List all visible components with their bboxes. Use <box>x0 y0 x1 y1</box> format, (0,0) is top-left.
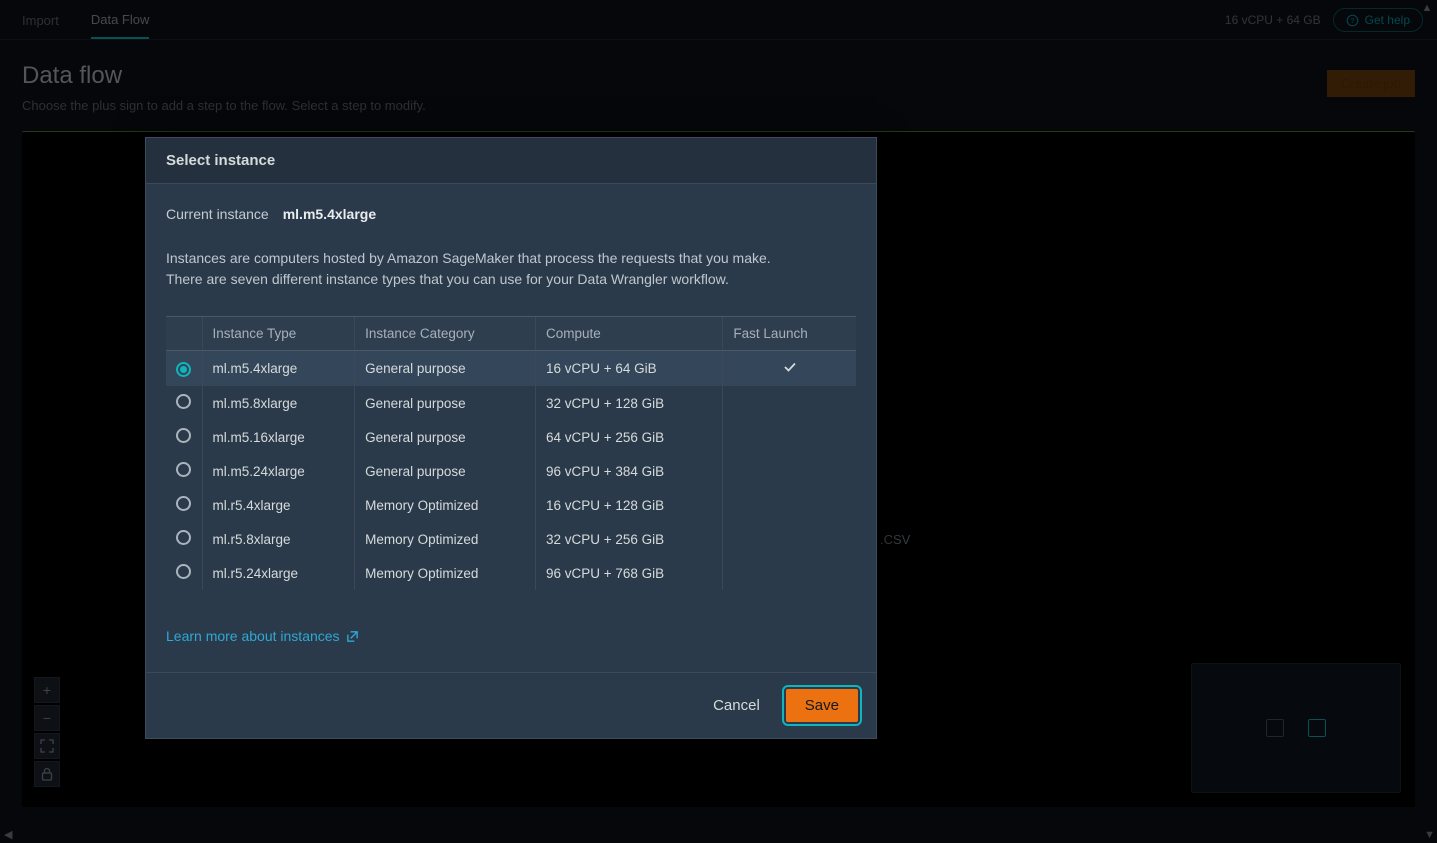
instance-row[interactable]: ml.m5.4xlargeGeneral purpose16 vCPU + 64… <box>166 351 856 387</box>
cell-fast <box>723 488 856 522</box>
minimap[interactable] <box>1191 663 1401 793</box>
lock-icon <box>41 767 53 781</box>
cell-type: ml.m5.16xlarge <box>202 420 355 454</box>
select-instance-modal: Select instance Current instance ml.m5.4… <box>145 137 877 739</box>
instance-row[interactable]: ml.r5.8xlargeMemory Optimized32 vCPU + 2… <box>166 522 856 556</box>
svg-text:?: ? <box>1350 15 1354 24</box>
modal-title: Select instance <box>146 138 876 184</box>
instance-row[interactable]: ml.m5.16xlargeGeneral purpose64 vCPU + 2… <box>166 420 856 454</box>
learn-more-label: Learn more about instances <box>166 628 340 644</box>
cell-type: ml.m5.8xlarge <box>202 386 355 420</box>
lock-button[interactable] <box>34 761 60 787</box>
col-fast: Fast Launch <box>723 317 856 351</box>
cell-category: Memory Optimized <box>355 522 536 556</box>
page-title: Data flow <box>22 62 1415 90</box>
cell-category: Memory Optimized <box>355 556 536 590</box>
cancel-button[interactable]: Cancel <box>705 691 768 720</box>
get-help-label: Get help <box>1365 13 1410 27</box>
check-icon <box>782 359 798 375</box>
col-category: Instance Category <box>355 317 536 351</box>
zoom-in-button[interactable]: + <box>34 677 60 703</box>
cell-fast <box>723 522 856 556</box>
zoom-out-button[interactable]: − <box>34 705 60 731</box>
modal-description: Instances are computers hosted by Amazon… <box>166 248 806 290</box>
current-instance-value: ml.m5.4xlarge <box>283 206 376 222</box>
cell-compute: 32 vCPU + 128 GiB <box>535 386 722 420</box>
minus-icon: − <box>43 710 51 726</box>
cell-category: General purpose <box>355 420 536 454</box>
minimap-node <box>1308 719 1326 737</box>
external-link-icon <box>346 630 359 643</box>
cell-category: Memory Optimized <box>355 488 536 522</box>
plus-icon: + <box>43 682 51 698</box>
fit-screen-button[interactable] <box>34 733 60 759</box>
radio-icon[interactable] <box>176 564 191 579</box>
scroll-up-icon[interactable]: ▲ <box>1419 0 1435 16</box>
col-type: Instance Type <box>202 317 355 351</box>
cell-compute: 64 vCPU + 256 GiB <box>535 420 722 454</box>
help-icon: ? <box>1346 14 1359 27</box>
cell-fast <box>723 454 856 488</box>
zoom-controls: + − <box>34 677 60 787</box>
cell-type: ml.r5.4xlarge <box>202 488 355 522</box>
learn-more-link[interactable]: Learn more about instances <box>166 628 359 644</box>
cell-type: ml.m5.4xlarge <box>202 351 355 387</box>
cell-category: General purpose <box>355 454 536 488</box>
instance-table: Instance Type Instance Category Compute … <box>166 316 856 590</box>
cell-fast <box>723 386 856 420</box>
radio-icon[interactable] <box>176 428 191 443</box>
instance-row[interactable]: ml.m5.8xlargeGeneral purpose32 vCPU + 12… <box>166 386 856 420</box>
instance-row[interactable]: ml.m5.24xlargeGeneral purpose96 vCPU + 3… <box>166 454 856 488</box>
instance-row[interactable]: ml.r5.4xlargeMemory Optimized16 vCPU + 1… <box>166 488 856 522</box>
radio-icon[interactable] <box>176 362 191 377</box>
cell-compute: 96 vCPU + 384 GiB <box>535 454 722 488</box>
csv-node-label: .CSV <box>880 532 910 547</box>
col-radio <box>166 317 202 351</box>
top-tab-strip: Import Data Flow 16 vCPU + 64 GB ? Get h… <box>0 0 1437 40</box>
get-help-button[interactable]: ? Get help <box>1333 8 1423 32</box>
col-compute: Compute <box>535 317 722 351</box>
radio-icon[interactable] <box>176 462 191 477</box>
cell-compute: 96 vCPU + 768 GiB <box>535 556 722 590</box>
cell-category: General purpose <box>355 386 536 420</box>
radio-icon[interactable] <box>176 530 191 545</box>
cell-category: General purpose <box>355 351 536 387</box>
cell-fast <box>723 351 856 387</box>
cell-fast <box>723 556 856 590</box>
fullscreen-icon <box>40 739 54 753</box>
tab-data-flow[interactable]: Data Flow <box>91 0 150 39</box>
scroll-down-icon[interactable]: ▼ <box>1424 829 1435 841</box>
save-button[interactable]: Save <box>786 689 858 722</box>
cell-compute: 32 vCPU + 256 GiB <box>535 522 722 556</box>
create-job-button[interactable]: Create job <box>1327 70 1415 97</box>
cell-type: ml.r5.24xlarge <box>202 556 355 590</box>
cell-type: ml.r5.8xlarge <box>202 522 355 556</box>
instance-row[interactable]: ml.r5.24xlargeMemory Optimized96 vCPU + … <box>166 556 856 590</box>
modal-footer: Cancel Save <box>146 672 876 738</box>
tab-import[interactable]: Import <box>22 1 59 38</box>
page-header: Data flow Choose the plus sign to add a … <box>0 40 1437 131</box>
page-subtitle: Choose the plus sign to add a step to th… <box>22 98 1415 113</box>
minimap-node <box>1266 719 1284 737</box>
radio-icon[interactable] <box>176 496 191 511</box>
scroll-left-icon[interactable]: ◀ <box>4 828 12 841</box>
current-instance-label: Current instance <box>166 206 269 222</box>
cell-type: ml.m5.24xlarge <box>202 454 355 488</box>
radio-icon[interactable] <box>176 394 191 409</box>
instance-summary: 16 vCPU + 64 GB <box>1225 13 1321 27</box>
cell-compute: 16 vCPU + 64 GiB <box>535 351 722 387</box>
cell-fast <box>723 420 856 454</box>
cell-compute: 16 vCPU + 128 GiB <box>535 488 722 522</box>
